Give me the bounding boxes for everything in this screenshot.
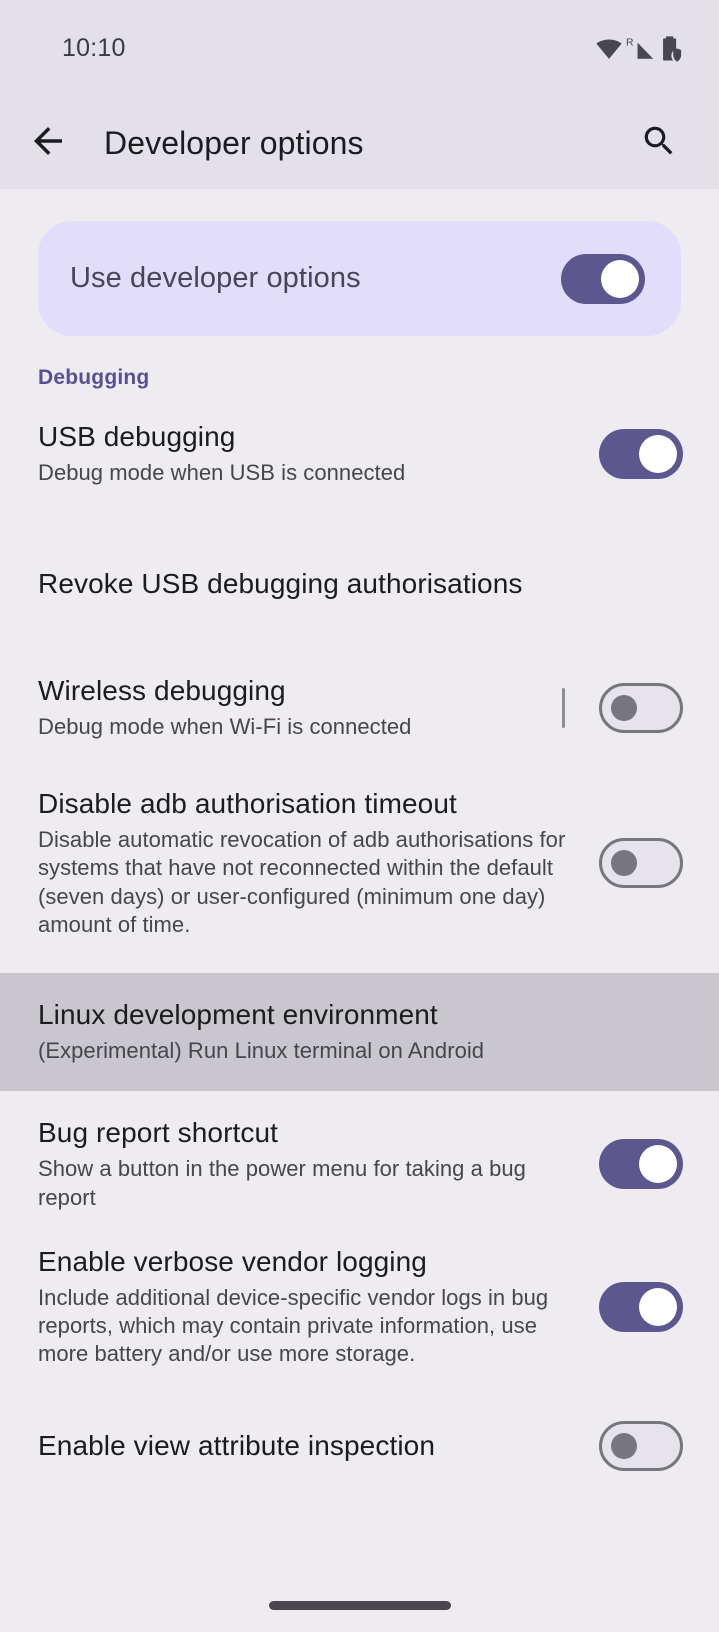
preference-summary: Disable automatic revocation of adb auth… [38, 827, 566, 937]
preference-control [599, 1281, 683, 1332]
preference-text: USB debugging Debug mode when USB is con… [38, 421, 599, 487]
status-bar-clock: 10:10 [62, 34, 126, 62]
wireless-debugging-toggle[interactable] [599, 683, 683, 733]
preference-text: Wireless debugging Debug mode when Wi-Fi… [38, 675, 562, 741]
search-button[interactable] [635, 119, 683, 167]
use-developer-options-toggle[interactable] [561, 253, 645, 304]
vertical-divider [562, 688, 565, 728]
disable-adb-authorisation-timeout-toggle[interactable] [599, 838, 683, 889]
toggle-knob [639, 435, 677, 473]
cellular-signal-roaming-icon: R [626, 35, 656, 63]
preference-title: Wireless debugging [38, 674, 286, 706]
arrow-back-icon [27, 120, 69, 167]
toggle-knob [639, 1145, 677, 1184]
preference-title: Enable verbose vendor logging [38, 1245, 427, 1277]
preference-text: Enable verbose vendor logging Include ad… [38, 1246, 599, 1369]
preference-control [562, 683, 683, 733]
preference-text: Disable adb authorisation timeout Disabl… [38, 788, 599, 939]
preference-text: Revoke USB debugging authorisations [38, 568, 683, 600]
toggle-knob [611, 850, 637, 877]
battery-protected-icon [659, 35, 683, 63]
preference-title: Linux development environment [38, 998, 438, 1030]
home-gesture-bar[interactable] [268, 1601, 451, 1610]
preference-row-enable-verbose-vendor-logging[interactable]: Enable verbose vendor logging Include ad… [0, 1246, 719, 1369]
app-bar: Developer options [0, 97, 719, 189]
toggle-knob [611, 695, 637, 721]
preference-control [599, 429, 683, 479]
preference-text: Bug report shortcut Show a button in the… [38, 1117, 599, 1212]
bug-report-shortcut-toggle[interactable] [599, 1139, 683, 1190]
usb-debugging-toggle[interactable] [599, 429, 683, 479]
preference-row-disable-adb-authorisation-timeout[interactable]: Disable adb authorisation timeout Disabl… [0, 788, 719, 939]
preference-title: Disable adb authorisation timeout [38, 788, 457, 819]
preference-row-revoke-usb-debugging-authorisations[interactable]: Revoke USB debugging authorisations [0, 542, 719, 626]
search-icon [640, 122, 678, 165]
enable-view-attribute-inspection-toggle[interactable] [599, 1421, 683, 1472]
use-developer-options-label: Use developer options [70, 262, 361, 294]
preference-summary: (Experimental) Run Linux terminal on And… [38, 1038, 485, 1063]
status-bar-icons: R [595, 35, 683, 63]
use-developer-options-row[interactable]: Use developer options [38, 221, 681, 336]
settings-content: Use developer options Debugging USB debu… [0, 221, 719, 1632]
section-header-debugging: Debugging [38, 366, 150, 389]
svg-text:R: R [626, 37, 634, 48]
preference-row-wireless-debugging[interactable]: Wireless debugging Debug mode when Wi-Fi… [0, 666, 719, 750]
toggle-knob [639, 1287, 677, 1326]
preference-title: Revoke USB debugging authorisations [38, 567, 523, 599]
preference-row-bug-report-shortcut[interactable]: Bug report shortcut Show a button in the… [0, 1117, 719, 1212]
enable-verbose-vendor-logging-toggle[interactable] [599, 1281, 683, 1332]
preference-control [599, 838, 683, 889]
preference-control [599, 1139, 683, 1190]
preference-title: USB debugging [38, 420, 236, 452]
preference-summary: Show a button in the power menu for taki… [38, 1156, 526, 1210]
preference-text: Linux development environment (Experimen… [38, 999, 683, 1065]
preference-row-usb-debugging[interactable]: USB debugging Debug mode when USB is con… [0, 412, 719, 496]
preference-row-linux-development-environment[interactable]: Linux development environment (Experimen… [0, 972, 719, 1092]
toggle-knob [611, 1433, 637, 1460]
toggle-knob [601, 259, 639, 298]
preference-title: Enable view attribute inspection [38, 1430, 435, 1462]
preference-title: Bug report shortcut [38, 1117, 279, 1149]
wifi-icon [595, 35, 623, 63]
preference-summary: Debug mode when Wi-Fi is connected [38, 714, 412, 740]
status-bar: 10:10 R [0, 0, 719, 97]
preference-control [599, 1421, 683, 1472]
preference-summary: Debug mode when USB is connected [38, 460, 406, 486]
preference-row-enable-view-attribute-inspection[interactable]: Enable view attribute inspection [0, 1404, 719, 1488]
preference-summary: Include additional device-specific vendo… [38, 1284, 549, 1367]
back-button[interactable] [24, 119, 72, 167]
page-title: Developer options [104, 124, 364, 161]
preference-text: Enable view attribute inspection [38, 1430, 599, 1462]
